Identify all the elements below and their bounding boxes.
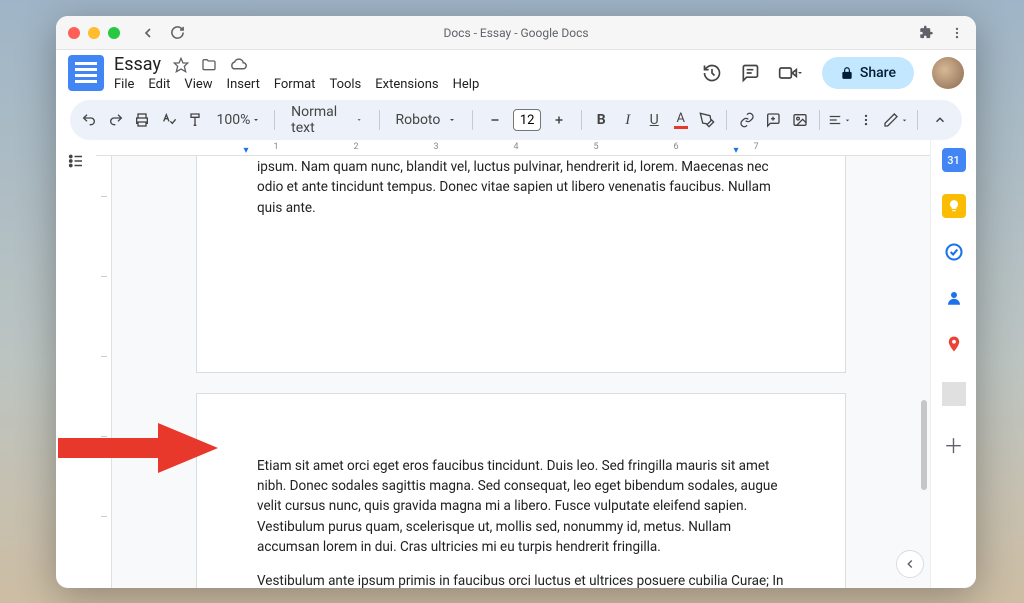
menu-insert[interactable]: Insert	[227, 77, 260, 92]
document-area: ▾ 1 2 3 4 5 6 7 ▾ ipsum. Nam quam nunc, …	[96, 140, 930, 588]
close-window[interactable]	[68, 27, 80, 39]
insert-image-button[interactable]	[788, 106, 811, 134]
indent-marker-left[interactable]: ▾	[243, 145, 248, 156]
outline-toggle-icon[interactable]	[67, 152, 85, 588]
text-color-button[interactable]: A	[669, 106, 692, 134]
body-text[interactable]: ipsum. Nam quam nunc, blandit vel, luctu…	[257, 157, 785, 218]
editing-mode-button[interactable]	[881, 106, 909, 134]
paint-format-button[interactable]	[184, 106, 207, 134]
star-icon[interactable]	[173, 57, 189, 73]
docs-logo[interactable]	[68, 55, 104, 91]
font-select[interactable]: Roboto	[387, 112, 464, 128]
bold-button[interactable]: B	[590, 106, 613, 134]
menu-view[interactable]: View	[184, 77, 212, 92]
browser-titlebar: Docs - Essay - Google Docs	[56, 16, 976, 50]
add-addon-icon[interactable]: ＋	[942, 432, 966, 456]
history-icon[interactable]	[702, 63, 722, 83]
tasks-icon[interactable]	[942, 240, 966, 264]
share-label: Share	[860, 65, 896, 81]
window-controls	[68, 27, 120, 39]
comments-icon[interactable]	[740, 63, 760, 83]
lock-icon	[840, 66, 854, 80]
body-text[interactable]: Vestibulum ante ipsum primis in faucibus…	[257, 571, 785, 588]
indent-marker-right[interactable]: ▾	[733, 145, 738, 156]
minimize-window[interactable]	[88, 27, 100, 39]
calendar-icon[interactable]: 31	[942, 148, 966, 172]
meet-icon[interactable]	[778, 63, 804, 83]
move-folder-icon[interactable]	[201, 57, 217, 73]
contacts-icon[interactable]	[942, 286, 966, 310]
page-2[interactable]: Etiam sit amet orci eget eros faucibus t…	[196, 393, 846, 588]
keep-icon[interactable]	[942, 194, 966, 218]
page-1[interactable]: ipsum. Nam quam nunc, blandit vel, luctu…	[196, 156, 846, 373]
menu-format[interactable]: Format	[274, 77, 316, 92]
menu-edit[interactable]: Edit	[148, 77, 170, 92]
toolbar: 100% Normal text Roboto B I U A	[70, 100, 962, 140]
scrollbar-thumb[interactable]	[921, 400, 927, 490]
panel-separator	[942, 382, 966, 406]
browser-menu-icon[interactable]	[950, 25, 964, 40]
horizontal-ruler[interactable]: ▾ 1 2 3 4 5 6 7 ▾	[96, 140, 930, 156]
zoom-select[interactable]: 100%	[211, 112, 267, 128]
account-avatar[interactable]	[932, 57, 964, 89]
menu-tools[interactable]: Tools	[329, 77, 361, 92]
style-select[interactable]: Normal text	[283, 104, 371, 136]
share-button[interactable]: Share	[822, 57, 914, 89]
tab-title: Docs - Essay - Google Docs	[56, 26, 976, 40]
collapse-toolbar-button[interactable]	[926, 106, 954, 134]
underline-button[interactable]: U	[643, 106, 666, 134]
font-size-input[interactable]	[513, 109, 541, 131]
menu-help[interactable]: Help	[453, 77, 480, 92]
maps-icon[interactable]	[942, 332, 966, 356]
page-scroll[interactable]: ipsum. Nam quam nunc, blandit vel, luctu…	[112, 156, 930, 588]
font-size-increase[interactable]	[545, 106, 573, 134]
doc-header: Essay File Edit View Insert Format Tools…	[56, 50, 976, 92]
nav-reload-button[interactable]	[170, 25, 185, 41]
spellcheck-button[interactable]	[158, 106, 181, 134]
highlight-button[interactable]	[696, 106, 719, 134]
italic-button[interactable]: I	[616, 106, 639, 134]
menu-extensions[interactable]: Extensions	[375, 77, 438, 92]
vertical-ruler[interactable]	[96, 156, 112, 588]
align-button[interactable]	[828, 106, 851, 134]
undo-button[interactable]	[78, 106, 101, 134]
doc-title[interactable]: Essay	[114, 54, 161, 75]
menu-bar: File Edit View Insert Format Tools Exten…	[114, 77, 702, 92]
link-button[interactable]	[735, 106, 758, 134]
workspace: ▾ 1 2 3 4 5 6 7 ▾ ipsum. Nam quam nunc, …	[56, 140, 976, 588]
maximize-window[interactable]	[108, 27, 120, 39]
add-comment-button[interactable]	[762, 106, 785, 134]
body-text[interactable]: Etiam sit amet orci eget eros faucibus t…	[257, 456, 785, 557]
more-toolbar-button[interactable]	[855, 106, 878, 134]
nav-back-button[interactable]	[140, 25, 156, 41]
print-button[interactable]	[131, 106, 154, 134]
side-panel: 31 ＋	[930, 140, 976, 588]
app-window: Docs - Essay - Google Docs Essay File Ed…	[56, 16, 976, 588]
redo-button[interactable]	[105, 106, 128, 134]
explore-button[interactable]	[896, 550, 924, 578]
font-size-decrease[interactable]	[481, 106, 509, 134]
extensions-icon[interactable]	[919, 25, 934, 40]
cloud-status-icon[interactable]	[229, 56, 247, 74]
menu-file[interactable]: File	[114, 77, 134, 92]
